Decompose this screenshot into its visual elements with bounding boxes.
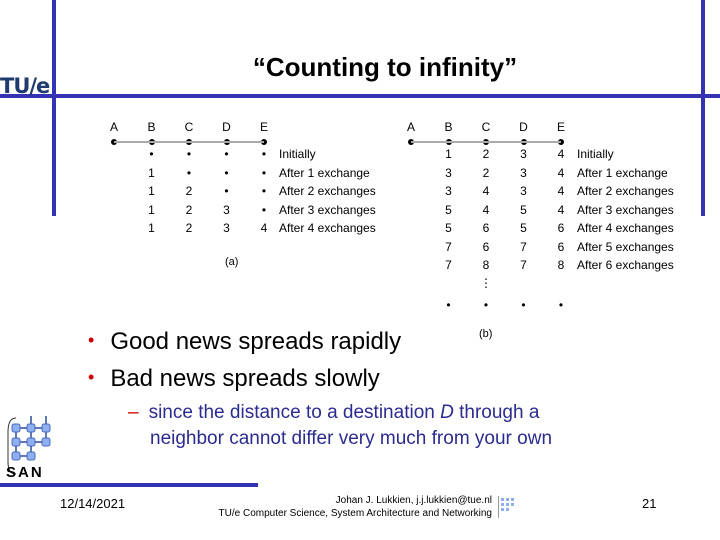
- distance-cell: 1: [148, 202, 155, 217]
- distance-cell: •: [149, 147, 154, 161]
- distance-cell: 5: [445, 202, 452, 217]
- final-dot: •: [446, 298, 451, 312]
- node-label: B: [444, 120, 453, 134]
- distance-cell: 1: [148, 165, 155, 180]
- row-label: After 4 exchanges: [577, 221, 674, 235]
- distance-cell: 3: [223, 202, 230, 217]
- distance-cell: 4: [482, 202, 490, 217]
- distance-cell: •: [224, 184, 229, 198]
- row-label: After 5 exchanges: [577, 239, 674, 254]
- bullet-bad-news: • Bad news spreads slowly: [88, 365, 380, 392]
- link-line: [114, 141, 264, 143]
- san-logo: SAN: [4, 412, 62, 484]
- node-label: E: [259, 120, 268, 134]
- san-label: SAN: [6, 464, 44, 481]
- row-label: After 2 exchanges: [279, 184, 376, 198]
- final-dot: •: [558, 298, 564, 312]
- bullet-marker: •: [88, 330, 95, 350]
- link-line: [411, 141, 561, 143]
- node-label: A: [109, 120, 118, 134]
- distance-cell: •: [261, 184, 267, 198]
- distance-cell: •: [261, 202, 267, 217]
- distance-cell: 7: [445, 239, 452, 254]
- row-label: After 1 exchange: [577, 165, 668, 180]
- distance-cell: 4: [482, 184, 490, 198]
- caption-b: (b): [479, 328, 493, 340]
- footer-author: Johan J. Lukkien, j.j.lukkien@tue.nl TU/…: [218, 495, 492, 519]
- node-label: B: [147, 120, 156, 134]
- distance-cell: 6: [557, 239, 565, 254]
- distance-cell: 6: [482, 221, 490, 235]
- distance-cell: •: [261, 147, 267, 161]
- row-label: After 3 exchanges: [577, 202, 674, 217]
- slide-title: “Counting to infinity”: [252, 52, 518, 82]
- row-label: After 6 exchanges: [577, 258, 674, 272]
- distance-cell: 2: [185, 184, 193, 198]
- distance-cell: 3: [445, 165, 452, 180]
- distance-cell: 3: [223, 221, 230, 235]
- distance-cell: 3: [445, 184, 452, 198]
- row-label: After 1 exchange: [279, 165, 370, 180]
- distance-cell: 1: [445, 147, 452, 161]
- distance-cell: 5: [520, 221, 527, 235]
- row-label: Initially: [577, 147, 614, 161]
- distance-cell: 5: [445, 221, 452, 235]
- dash-marker: –: [128, 402, 139, 423]
- tue-logo: TU/e: [0, 74, 50, 98]
- distance-cell: 2: [185, 221, 193, 235]
- bullet-marker: •: [88, 367, 95, 387]
- sub-bullet: – since the distance to a destination D t…: [128, 402, 553, 449]
- distance-cell: •: [224, 147, 229, 161]
- distance-cell: 4: [557, 202, 565, 217]
- distance-cell: •: [224, 165, 229, 180]
- distance-cell: •: [186, 147, 192, 161]
- ellipsis: ⋮: [480, 276, 492, 290]
- header-rule: [0, 94, 720, 98]
- footer-date: 12/14/2021: [60, 496, 126, 511]
- vertical-rule: [52, 0, 56, 216]
- distance-cell: 3: [520, 165, 527, 180]
- node-label: D: [222, 120, 231, 134]
- distance-cell: 3: [520, 147, 527, 161]
- row-label: After 4 exchanges: [279, 221, 376, 235]
- distance-cell: 7: [520, 239, 527, 254]
- distance-cell: 4: [557, 147, 565, 161]
- distance-cell: 6: [482, 239, 490, 254]
- page-number: 21: [642, 496, 657, 511]
- node-label: E: [556, 120, 565, 134]
- distance-cell: •: [261, 165, 267, 180]
- distance-cell: 3: [520, 184, 527, 198]
- bullet-good-news: • Good news spreads rapidly: [88, 328, 402, 355]
- distance-cell: 2: [482, 147, 490, 161]
- row-label: After 3 exchanges: [279, 202, 376, 217]
- distance-cell: 6: [557, 221, 565, 235]
- row-label: Initially: [279, 147, 316, 161]
- distance-cell: 2: [482, 165, 490, 180]
- distance-cell: 5: [520, 202, 527, 217]
- final-dot: •: [483, 298, 489, 312]
- distance-cell: 4: [557, 165, 565, 180]
- distance-cell: 1: [148, 221, 155, 235]
- caption-a: (a): [225, 256, 239, 268]
- right-rule: [701, 0, 705, 216]
- node-label: A: [406, 120, 415, 134]
- distance-cell: 1: [148, 184, 155, 198]
- distance-cell: 7: [520, 258, 527, 272]
- distance-cell: 4: [260, 221, 268, 235]
- distance-cell: 7: [445, 258, 452, 272]
- node-label: C: [184, 120, 194, 134]
- distance-cell: 8: [557, 258, 565, 272]
- node-label: D: [519, 120, 528, 134]
- san-small-icon: [498, 496, 515, 518]
- final-dot: •: [521, 298, 526, 312]
- distance-cell: •: [186, 165, 192, 180]
- row-label: After 2 exchanges: [577, 184, 674, 198]
- distance-cell: 8: [482, 258, 490, 272]
- node-label: C: [481, 120, 491, 134]
- distance-cell: 2: [185, 202, 193, 217]
- distance-cell: 4: [557, 184, 565, 198]
